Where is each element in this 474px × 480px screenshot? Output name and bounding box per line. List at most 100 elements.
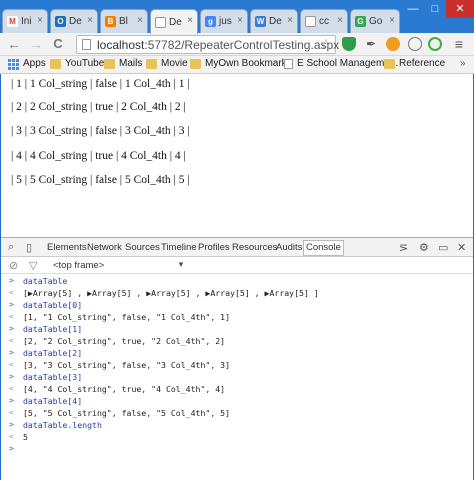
bookmark-movie[interactable]: Movie (146, 58, 188, 69)
tab-gmail[interactable]: M Ini × (2, 9, 48, 33)
tab-label: De (169, 16, 182, 28)
close-icon[interactable]: × (187, 15, 193, 26)
bookmark-star-icon[interactable]: ☆ (319, 36, 332, 53)
tab-label: cc (319, 16, 329, 27)
output-marker: < (9, 288, 14, 297)
console-text: [1, "1 Col_string", false, "1 Col_4th", … (23, 312, 231, 322)
page-icon (284, 58, 293, 69)
bookmark-eschool[interactable]: E School Manageme... (284, 58, 398, 69)
tab-google[interactable]: g jus × (200, 9, 248, 33)
output-marker: < (9, 432, 14, 441)
output-marker: < (9, 336, 14, 345)
bookmark-mails[interactable]: Mails (104, 58, 142, 69)
console-text: dataTable (23, 276, 68, 286)
console-input-line: > dataTable[2] (1, 347, 473, 359)
close-icon[interactable]: × (337, 15, 343, 26)
tab-audits[interactable]: Audits (276, 242, 302, 253)
menu-icon[interactable]: ≡ (452, 37, 466, 51)
console-log[interactable]: > dataTable < [▶Array[5] , ▶Array[5] , ▶Ar… (1, 275, 473, 480)
close-window-button[interactable]: ✕ (446, 0, 474, 18)
input-marker: > (9, 276, 14, 285)
folder-icon (50, 58, 61, 69)
close-icon[interactable]: × (87, 15, 93, 26)
tab-strip: M Ini × O De × B Bl × De × g jus × W De … (0, 0, 474, 34)
console-output-line: < [5, "5 Col_string", false, "5 Col_4th",… (1, 407, 473, 419)
console-text: dataTable[1] (23, 324, 83, 334)
tab-network[interactable]: Network (87, 242, 122, 253)
settings-gear-icon[interactable]: ⚙ (419, 241, 429, 254)
console-input-line: > dataTable[3] (1, 371, 473, 383)
console-prompt[interactable]: > (1, 443, 473, 455)
bookmark-youtube[interactable]: YouTube (50, 58, 104, 69)
tab-label: jus (219, 16, 232, 27)
output-marker: < (9, 360, 14, 369)
filter-icon[interactable]: ▽ (29, 259, 37, 272)
bookmark-reference[interactable]: Reference (384, 58, 445, 69)
console-text: dataTable[2] (23, 348, 83, 358)
close-icon[interactable]: × (237, 15, 243, 26)
tab-elements[interactable]: Elements (47, 242, 87, 253)
console-text: dataTable[3] (23, 372, 83, 382)
repeater-row: | 1 | 1 Col_string | false | 1 Col_4th |… (11, 78, 190, 90)
close-icon[interactable]: × (389, 15, 395, 26)
console-input-line: > dataTable.length (1, 419, 473, 431)
back-button[interactable]: ← (6, 36, 22, 52)
folder-icon (190, 58, 201, 69)
tab-outlook[interactable]: O De × (50, 9, 98, 33)
bookmarks-overflow-button[interactable]: » (460, 58, 466, 69)
bookmark-apps[interactable]: Apps (8, 58, 46, 70)
page-content: | 1 | 1 Col_string | false | 1 Col_4th |… (1, 74, 473, 237)
tab-cc[interactable]: cc × (300, 9, 348, 33)
console-text[interactable]: [▶Array[5] , ▶Array[5] , ▶Array[5] , ▶Ar… (23, 287, 319, 299)
tab-resources[interactable]: Resources (232, 242, 277, 253)
chevron-down-icon[interactable]: ▼ (177, 260, 185, 269)
tab-chrome[interactable]: G Go × (350, 9, 400, 33)
console-output-line[interactable]: < [▶Array[5] , ▶Array[5] , ▶Array[5] , ▶A… (1, 287, 473, 299)
console-input-line: > dataTable[1] (1, 323, 473, 335)
extension-shield-icon[interactable] (342, 37, 356, 51)
chrome-icon: G (355, 16, 366, 27)
device-mode-icon[interactable]: ▯ (26, 241, 32, 254)
inspect-icon[interactable]: ⌕ (8, 241, 14, 254)
tab-sources[interactable]: Sources (125, 242, 160, 253)
dock-icon[interactable]: ▭ (438, 241, 448, 254)
console-text: [2, "2 Col_string", true, "2 Col_4th", 2… (23, 336, 226, 346)
tab-console[interactable]: Console (303, 240, 344, 256)
output-marker: < (9, 384, 14, 393)
forward-button[interactable]: → (28, 36, 44, 52)
frame-selector[interactable]: <top frame> (53, 260, 104, 271)
bookmark-label: Movie (161, 58, 188, 69)
pumpkin-extension-icon[interactable] (386, 37, 400, 51)
close-icon[interactable]: × (137, 15, 143, 26)
maximize-button[interactable]: □ (424, 0, 446, 18)
google-icon: g (205, 16, 216, 27)
close-devtools-icon[interactable]: ✕ (457, 241, 466, 254)
tab-wp[interactable]: W De × (250, 9, 298, 33)
chat-bubble-icon[interactable] (408, 37, 422, 51)
address-bar[interactable]: localhost:57782/RepeaterControlTesting.a… (76, 35, 339, 54)
bookmark-myown[interactable]: MyOwn Bookmarks (190, 58, 292, 69)
eyedropper-icon[interactable]: ✒ (364, 37, 378, 51)
tab-profiles[interactable]: Profiles (198, 242, 230, 253)
tab-label: Ini (21, 16, 32, 27)
minimize-button[interactable]: — (402, 0, 424, 18)
console-toolbar: ⊘ ▽ <top frame> ▼ (1, 257, 473, 274)
repeater-row: | 3 | 3 Col_string | false | 3 Col_4th |… (11, 125, 190, 137)
tab-blogger[interactable]: B Bl × (100, 9, 148, 33)
browser-toolbar: ← → C localhost:57782/RepeaterControlTes… (0, 33, 474, 56)
chrome-extension-icon[interactable] (428, 37, 442, 51)
clear-console-icon[interactable]: ⊘ (9, 259, 18, 272)
bookmark-label: Reference (399, 58, 446, 69)
close-icon[interactable]: × (287, 15, 293, 26)
close-icon[interactable]: × (37, 15, 43, 26)
drawer-toggle-icon[interactable]: ⋝ (399, 241, 408, 254)
reload-button[interactable]: C (50, 36, 66, 52)
input-marker: > (9, 372, 14, 381)
input-marker: > (9, 324, 14, 333)
output-marker: < (9, 408, 14, 417)
tab-active-page[interactable]: De × (150, 9, 198, 34)
bookmark-label: MyOwn Bookmarks (205, 58, 292, 69)
console-output-line: < [1, "1 Col_string", false, "1 Col_4th",… (1, 311, 473, 323)
tab-timeline[interactable]: Timeline (161, 242, 197, 253)
console-text: [5, "5 Col_string", false, "5 Col_4th", … (23, 408, 231, 418)
